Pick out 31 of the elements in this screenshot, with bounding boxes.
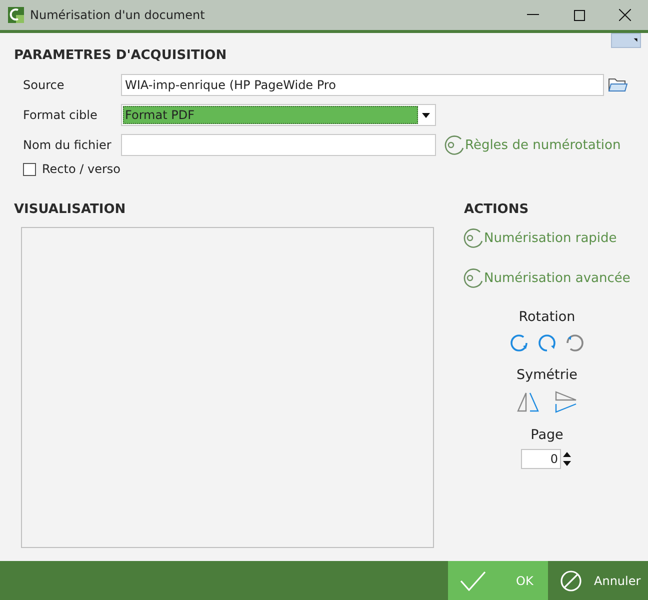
field-label: Source: [23, 78, 66, 92]
section-heading: PARAMETRES D'ACQUISITION: [14, 47, 227, 63]
duplex-checkbox[interactable]: [23, 162, 36, 176]
source-field[interactable]: WIA-imp-enrique (HP PageWide Pro: [121, 74, 604, 96]
rotate-icon[interactable]: [509, 333, 529, 353]
group-label: Rotation: [518, 309, 576, 325]
field-label: Format cible: [23, 108, 98, 122]
format-dropdown[interactable]: Format PDF: [121, 104, 436, 126]
radio-circle-icon: [443, 134, 465, 156]
numbering-rules-link[interactable]: Règles de numérotation: [443, 134, 621, 156]
field-label: Nom du fichier: [23, 138, 112, 152]
radio-circle-icon: [462, 227, 484, 249]
checkbox-label: Recto / verso: [42, 162, 121, 176]
scan-action-link[interactable]: Numérisation avancée: [462, 267, 634, 289]
checkmark-icon: [460, 570, 486, 590]
page-field[interactable]: 0: [521, 449, 561, 469]
prohibited-icon: [560, 570, 582, 592]
group-label: Symétrie: [516, 367, 578, 383]
filename-field[interactable]: [121, 134, 436, 156]
radio-circle-icon: [462, 267, 484, 289]
group-label: Page: [530, 427, 564, 443]
app-logo-icon: [8, 7, 24, 23]
section-heading: ACTIONS: [464, 202, 529, 217]
rotate-icon[interactable]: [537, 333, 557, 353]
folder-icon[interactable]: [608, 77, 628, 93]
scan-action-link[interactable]: Numérisation rapide: [462, 227, 634, 249]
rotate-icon[interactable]: [565, 333, 585, 353]
window-title: Numérisation d'un document: [30, 8, 206, 22]
section-heading: VISUALISATION: [14, 202, 126, 217]
flip-vertical-icon[interactable]: [555, 391, 577, 413]
flip-horizontal-icon[interactable]: [517, 391, 539, 413]
